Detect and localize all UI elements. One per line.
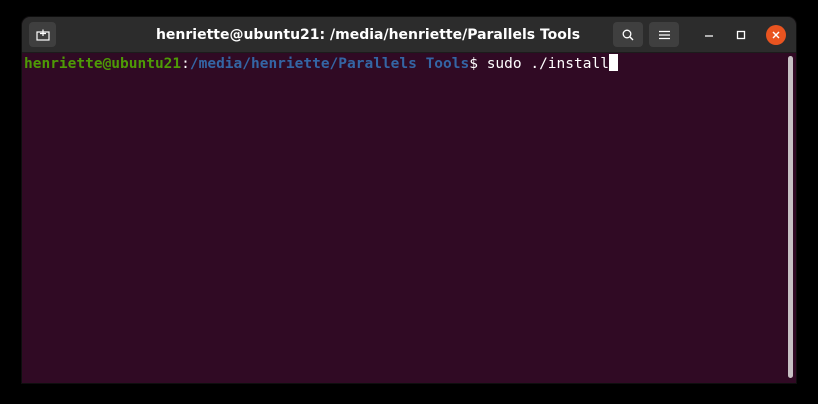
maximize-button[interactable] xyxy=(731,25,751,45)
minimize-icon xyxy=(705,35,713,37)
maximize-icon xyxy=(736,30,746,40)
search-button[interactable] xyxy=(613,22,643,47)
new-tab-button[interactable] xyxy=(29,22,56,47)
prompt-user: henriette@ubuntu21 xyxy=(24,56,182,72)
hamburger-menu-icon xyxy=(658,30,670,39)
title-bar[interactable]: henriette@ubuntu21: /media/henriette/Par… xyxy=(22,17,796,53)
text-cursor xyxy=(608,54,618,71)
search-icon xyxy=(622,29,634,40)
menu-button[interactable] xyxy=(649,22,679,47)
new-tab-icon xyxy=(35,29,50,41)
prompt-separator: : xyxy=(181,56,190,72)
minimize-button[interactable] xyxy=(699,25,719,45)
scrollbar-thumb[interactable] xyxy=(788,56,793,378)
terminal-window: henriette@ubuntu21: /media/henriette/Par… xyxy=(22,17,796,383)
scrollbar[interactable] xyxy=(786,53,796,383)
window-title: henriette@ubuntu21: /media/henriette/Par… xyxy=(155,27,581,43)
prompt-symbol: $ xyxy=(469,56,487,72)
close-button[interactable] xyxy=(766,25,786,45)
prompt-path: /media/henriette/Parallels Tools xyxy=(189,56,470,72)
command-text: sudo ./install xyxy=(486,56,609,72)
terminal-output[interactable]: henriette@ubuntu21:/media/henriette/Para… xyxy=(22,53,786,383)
close-icon xyxy=(772,31,780,39)
